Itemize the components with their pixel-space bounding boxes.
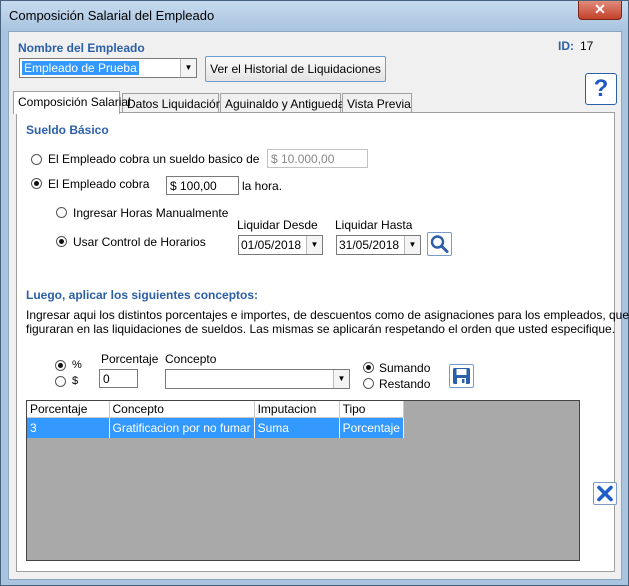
chevron-down-icon[interactable]: ▼ <box>180 59 196 77</box>
from-date-picker[interactable]: 01/05/2018 ▼ <box>238 235 323 255</box>
cell-type: Porcentaje <box>339 417 404 438</box>
concepts-title: Luego, aplicar los siguientes conceptos: <box>26 288 259 302</box>
save-concept-button[interactable] <box>449 364 474 388</box>
manual-hours-radio[interactable] <box>56 207 67 218</box>
window-title: Composición Salarial del Empleado <box>9 8 215 23</box>
concept-label: Concepto <box>165 352 217 366</box>
concepts-grid[interactable]: Porcentaje Concepto Imputacion Tipo 3 Gr… <box>26 400 580 561</box>
chevron-down-icon[interactable]: ▼ <box>404 236 420 254</box>
manual-hours-label: Ingresar Horas Manualmente <box>73 206 229 220</box>
title-bar[interactable]: Composición Salarial del Empleado ✕ <box>1 1 628 31</box>
table-row[interactable]: 3 Gratificacion por no fumar Suma Porcen… <box>27 417 404 438</box>
to-date-label: Liquidar Hasta <box>335 218 413 232</box>
subtract-radio[interactable] <box>363 378 374 389</box>
hourly-salary-radio[interactable] <box>31 178 42 189</box>
from-date-label: Liquidar Desde <box>237 218 318 232</box>
close-button[interactable]: ✕ <box>578 1 622 20</box>
close-icon <box>597 485 613 502</box>
hourly-suffix: la hora. <box>242 179 283 193</box>
tab-composicion-salarial[interactable]: Composición Salarial <box>13 91 131 114</box>
chevron-down-icon[interactable]: ▼ <box>333 370 349 388</box>
help-button[interactable]: ? <box>585 73 617 105</box>
hourly-rate-input[interactable]: $ 100,00 <box>166 176 239 195</box>
from-date-value: 01/05/2018 <box>241 238 302 252</box>
fixed-salary-radio[interactable] <box>31 154 42 165</box>
percentage-label: Porcentaje <box>101 352 159 366</box>
fixed-salary-label: El Empleado cobra un sueldo basico de <box>48 152 260 166</box>
to-date-picker[interactable]: 31/05/2018 ▼ <box>336 235 421 255</box>
column-header-percentage[interactable]: Porcentaje <box>27 401 110 418</box>
column-header-concept[interactable]: Concepto <box>109 401 255 418</box>
tab-aguinaldo-antiguedad[interactable]: Aguinaldo y Antiguedad <box>220 93 351 113</box>
cell-imputation: Suma <box>254 417 340 438</box>
percent-symbol: % <box>72 359 82 371</box>
tab-datos-liquidacion[interactable]: Datos Liquidación <box>122 93 222 113</box>
percent-radio[interactable] <box>55 360 66 371</box>
dialog-window: Composición Salarial del Empleado ✕ Nomb… <box>0 0 629 586</box>
close-icon: ✕ <box>594 1 606 17</box>
employee-select[interactable]: Empleado de Prueba ▼ <box>19 58 197 78</box>
delete-concept-button[interactable] <box>593 482 617 505</box>
save-icon <box>453 368 470 384</box>
basic-salary-title: Sueldo Básico <box>26 123 109 137</box>
id-value: 17 <box>580 39 594 53</box>
to-date-value: 31/05/2018 <box>339 238 400 252</box>
dollar-symbol: $ <box>72 375 79 387</box>
question-icon: ? <box>593 75 609 102</box>
subtract-label: Restando <box>379 377 431 391</box>
schedule-control-radio[interactable] <box>56 236 67 247</box>
concepts-description-line1: Ingresar aqui los distintos porcentajes … <box>26 308 629 322</box>
concept-select[interactable]: ▼ <box>165 369 350 389</box>
search-button[interactable] <box>427 232 452 256</box>
column-header-imputation[interactable]: Imputacion <box>254 401 340 418</box>
view-history-button[interactable]: Ver el Historial de Liquidaciones <box>205 56 386 82</box>
add-radio[interactable] <box>363 362 374 373</box>
tab-vista-previa[interactable]: Vista Previa <box>342 93 412 113</box>
id-label: ID: <box>558 39 574 53</box>
percentage-input[interactable]: 0 <box>99 369 138 388</box>
chevron-down-icon[interactable]: ▼ <box>306 236 322 254</box>
add-label: Sumando <box>379 361 431 375</box>
employee-label: Nombre del Empleado <box>18 41 145 55</box>
search-icon <box>430 235 449 253</box>
column-header-type[interactable]: Tipo <box>339 401 404 418</box>
cell-concept: Gratificacion por no fumar <box>109 417 255 438</box>
concepts-description-line2: figuraran en las liquidaciones de sueldo… <box>26 322 616 336</box>
grid-header-row: Porcentaje Concepto Imputacion Tipo <box>27 401 404 418</box>
cell-percentage: 3 <box>27 417 110 438</box>
amount-radio[interactable] <box>55 376 66 387</box>
employee-select-value: Empleado de Prueba <box>22 61 139 75</box>
concepts-table: Porcentaje Concepto Imputacion Tipo 3 Gr… <box>27 401 404 438</box>
fixed-salary-input[interactable]: $ 10.000,00 <box>267 149 368 168</box>
hourly-salary-label: El Empleado cobra <box>48 177 150 191</box>
dialog-client-area: Nombre del Empleado Empleado de Prueba ▼… <box>8 31 629 580</box>
schedule-control-label: Usar Control de Horarios <box>73 235 206 249</box>
